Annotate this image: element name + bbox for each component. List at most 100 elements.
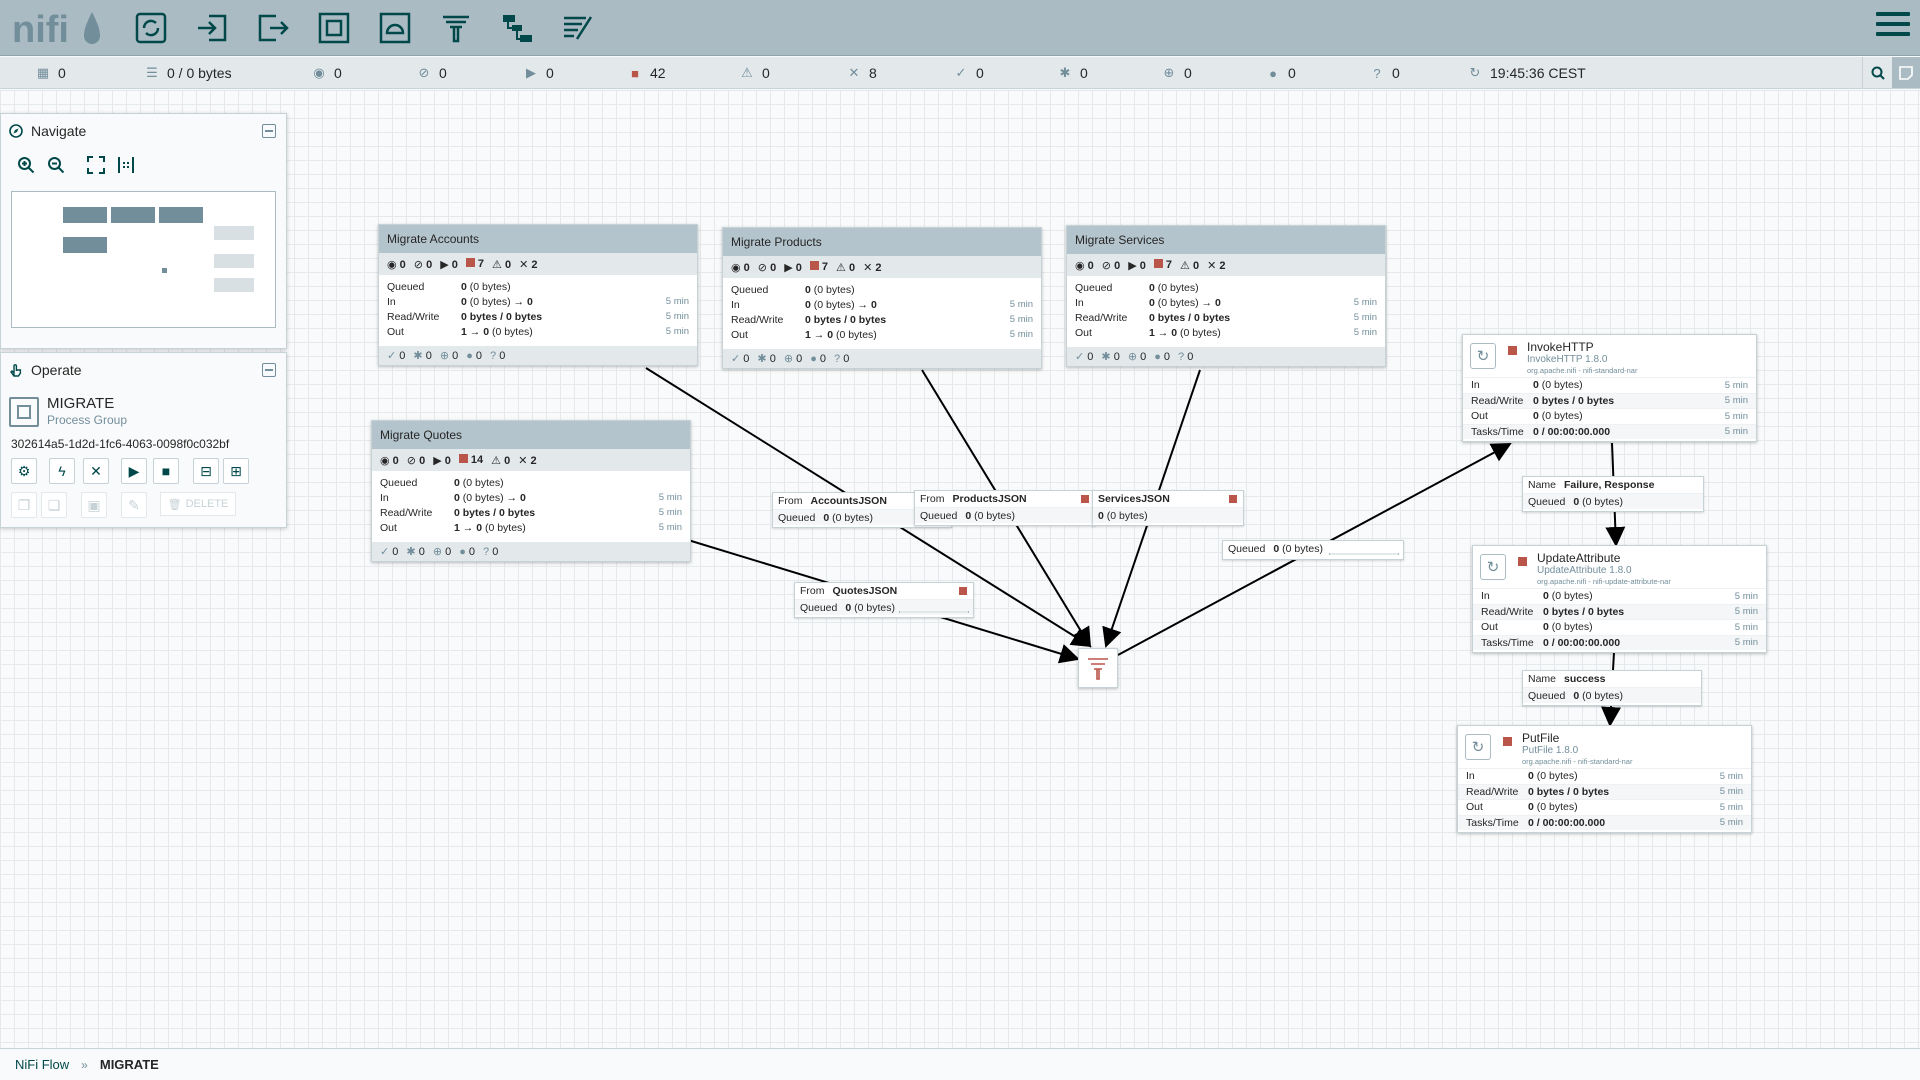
- processor-icon: ↻: [1470, 343, 1496, 369]
- configure-button[interactable]: ⚙: [11, 458, 37, 484]
- delete-button[interactable]: 🗑 DELETE: [160, 492, 236, 516]
- disable-button[interactable]: ✕: [83, 458, 109, 484]
- processor-icon: ↻: [1480, 554, 1506, 580]
- start-button[interactable]: ▶: [121, 458, 147, 484]
- out-row: Out 0 (0 bytes) 5 min: [1473, 619, 1766, 635]
- enable-button[interactable]: ϟ: [49, 458, 75, 484]
- processor-updateattribute[interactable]: ↻ UpdateAttribute UpdateAttribute 1.8.0 …: [1472, 545, 1767, 653]
- connection-from-row: From ProductsJSON: [915, 491, 1095, 507]
- zoom-out-button[interactable]: [45, 154, 67, 176]
- gear-icon: ⚙: [17, 462, 31, 479]
- not-transmitting-stat: ⊘ 0: [418, 65, 447, 81]
- in-row: In 0 (0 bytes) 5 min: [1463, 377, 1756, 393]
- stop-button[interactable]: ■: [153, 458, 179, 484]
- bulletin-board-button[interactable]: [1892, 57, 1920, 88]
- processor-putfile[interactable]: ↻ PutFile PutFile 1.8.0 org.apache.nifi …: [1457, 725, 1752, 833]
- copy-icon: ❐: [17, 496, 31, 513]
- connection-name-row: Name success: [1528, 673, 1606, 685]
- nifi-logo: nifi: [12, 9, 100, 50]
- connection-label-success[interactable]: Name success Queued 0 (0 bytes): [1522, 670, 1702, 706]
- trash-icon: 🗑: [167, 498, 182, 511]
- asterisk-icon: ✱: [1059, 65, 1071, 80]
- search-button[interactable]: [1862, 57, 1892, 88]
- processor-toolbar-button[interactable]: [131, 8, 171, 48]
- connection-label-failure-response[interactable]: Name Failure, Response Queued 0 (0 bytes): [1522, 476, 1704, 512]
- process-group-name: Migrate Products: [723, 228, 1041, 256]
- queued-row: Queued 0 (0 bytes): [1075, 281, 1199, 294]
- template-toolbar-button[interactable]: [497, 8, 537, 48]
- transmitting-count: ◉ 0: [731, 261, 750, 274]
- queued-row: Queued 0 (0 bytes): [387, 280, 511, 293]
- birdseye-block: [214, 278, 254, 292]
- warning-icon: ⚠: [741, 65, 753, 80]
- zoom-in-button[interactable]: [15, 154, 37, 176]
- process-group-migrate-services[interactable]: Migrate Services ◉ 0 ⊘ 0 ▶ 0 7 ⚠ 0 ✕ 2 Q…: [1066, 225, 1386, 367]
- expand-icon: [87, 156, 105, 174]
- processor-name: PutFile: [1522, 731, 1560, 745]
- connection-label-quotes[interactable]: From QuotesJSON Queued 0 (0 bytes): [794, 582, 974, 618]
- invalid-count: ⚠ 0: [491, 454, 511, 467]
- upload-template-button[interactable]: ⊞: [223, 458, 249, 484]
- selected-component-name: MIGRATE: [47, 395, 115, 412]
- collapse-navigate-button[interactable]: [262, 124, 276, 138]
- modified-stale-stat: ● 0: [1266, 65, 1296, 81]
- running-count: ▶ 0: [440, 258, 458, 271]
- template-icon: [503, 15, 532, 42]
- in-row: In 0 (0 bytes) 5 min: [1473, 588, 1766, 604]
- connection-label-funnel-invoke[interactable]: Queued 0 (0 bytes): [1222, 540, 1404, 560]
- navigate-header[interactable]: Navigate: [1, 114, 286, 148]
- birdseye-view[interactable]: [11, 191, 276, 328]
- global-menu-button[interactable]: [1876, 12, 1910, 44]
- create-template-button[interactable]: ⊟: [193, 458, 219, 484]
- processor-name: UpdateAttribute: [1537, 551, 1621, 565]
- color-button[interactable]: ✎: [121, 492, 147, 518]
- refresh-icon[interactable]: ↻: [1468, 65, 1482, 81]
- stopped-indicator-icon: [1518, 557, 1527, 566]
- funnel-toolbar-button[interactable]: [436, 8, 476, 48]
- up-to-date-stat: ✓ 0: [955, 65, 984, 81]
- process-group-migrate-quotes[interactable]: Migrate Quotes ◉ 0 ⊘ 0 ▶ 0 14 ⚠ 0 ✕ 2 Qu…: [371, 420, 691, 562]
- sync-failure-stat: ? 0: [1370, 65, 1399, 81]
- label-toolbar-button[interactable]: [558, 8, 598, 48]
- compass-icon: [9, 124, 23, 138]
- breadcrumb-nifi-flow[interactable]: NiFi Flow: [15, 1057, 69, 1072]
- transmitting-count: ◉ 0: [1075, 259, 1094, 272]
- remote-process-group-toolbar-button[interactable]: [375, 8, 415, 48]
- process-group-name: Migrate Accounts: [379, 225, 697, 253]
- birdseye-block: [63, 207, 107, 223]
- output-port-toolbar-button[interactable]: [253, 8, 293, 48]
- processor-icon: [135, 12, 167, 44]
- process-group-migrate-accounts[interactable]: Migrate Accounts ◉ 0 ⊘ 0 ▶ 0 7 ⚠ 0 ✕ 2 Q…: [378, 224, 698, 366]
- up-arrow-circle-icon: ⊕: [1163, 65, 1175, 80]
- remote-process-group-icon: [379, 12, 411, 44]
- funnel[interactable]: [1078, 648, 1118, 688]
- collapse-operate-button[interactable]: [262, 363, 276, 377]
- last-refresh[interactable]: ↻ 19:45:36 CEST: [1468, 65, 1586, 81]
- running-count: ▶ 0: [1128, 259, 1146, 272]
- operate-header[interactable]: Operate: [1, 353, 286, 387]
- read-write-row: Read/Write 0 bytes / 0 bytes 5 min: [387, 310, 689, 323]
- process-group-migrate-products[interactable]: Migrate Products ◉ 0 ⊘ 0 ▶ 0 7 ⚠ 0 ✕ 2 Q…: [722, 227, 1042, 369]
- connection-label-services[interactable]: ServicesJSON 0 (0 bytes): [1092, 490, 1244, 526]
- connection-label-products[interactable]: From ProductsJSON Queued 0 (0 bytes): [914, 490, 1096, 526]
- connection-queued-row: Queued 0 (0 bytes): [1223, 541, 1403, 557]
- breadcrumb-migrate[interactable]: MIGRATE: [100, 1057, 159, 1072]
- stop-icon: ■: [631, 65, 639, 81]
- copy-button[interactable]: ❐: [11, 492, 37, 518]
- read-write-row: Read/Write 0 bytes / 0 bytes 5 min: [1473, 603, 1766, 619]
- in-row: In 0 (0 bytes) → 05 min: [380, 491, 682, 504]
- fit-to-screen-button[interactable]: [85, 154, 107, 176]
- process-group-stats: ◉ 0 ⊘ 0 ▶ 0 7 ⚠ 0 ✕ 2: [1067, 254, 1385, 276]
- processor-type: UpdateAttribute 1.8.0: [1537, 565, 1632, 576]
- check-icon: ✓: [955, 65, 967, 80]
- group-button[interactable]: ▣: [81, 492, 107, 518]
- stopped-count: 14: [458, 454, 483, 466]
- processor-invokehttp[interactable]: ↻ InvokeHTTP InvokeHTTP 1.8.0 org.apache…: [1462, 334, 1757, 442]
- version-stats: ✓ 0 ✱ 0 ⊕ 0 ● 0? 0: [1067, 347, 1385, 366]
- exclamation-circle-icon: ●: [1269, 65, 1277, 81]
- actual-size-button[interactable]: [115, 154, 137, 176]
- paste-button[interactable]: ❏: [41, 492, 67, 518]
- stopped-indicator-icon: [1229, 495, 1237, 503]
- input-port-toolbar-button[interactable]: [192, 8, 232, 48]
- process-group-toolbar-button[interactable]: [314, 8, 354, 48]
